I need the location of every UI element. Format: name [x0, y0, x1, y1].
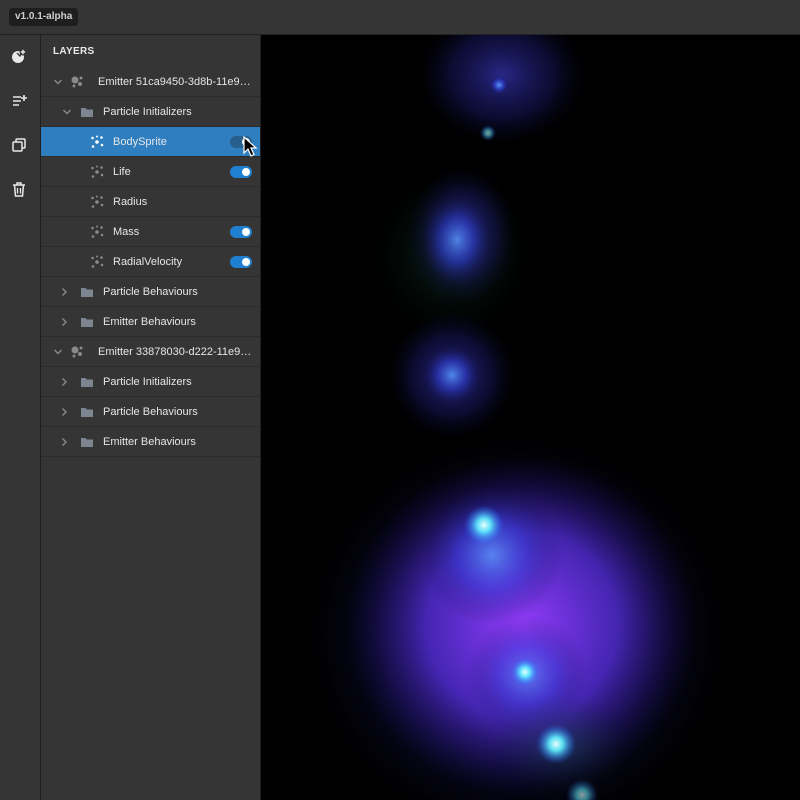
- delete-icon[interactable]: [9, 179, 29, 199]
- tree-row-label: Life: [113, 166, 131, 178]
- emitter-icon: [71, 76, 83, 88]
- tree-row-folder[interactable]: Particle Behaviours: [41, 397, 260, 427]
- tree-row-emitter-2[interactable]: Emitter 33878030-d222-11e9-bd...: [41, 337, 260, 367]
- duplicate-icon[interactable]: [9, 135, 29, 155]
- folder-icon: [81, 408, 93, 417]
- particle-icon: [91, 225, 104, 238]
- particle-icon: [91, 135, 104, 148]
- particle-icon: [91, 255, 104, 268]
- chevron-right-icon[interactable]: [59, 287, 69, 297]
- tree-row-label: Emitter Behaviours: [103, 316, 196, 328]
- tree-row-folder[interactable]: Particle Initializers: [41, 97, 260, 127]
- particle-icon: [91, 195, 104, 208]
- particle-render: [307, 35, 727, 800]
- enable-toggle[interactable]: [230, 256, 252, 268]
- tree-row-label: Emitter 33878030-d222-11e9-bd...: [98, 346, 253, 358]
- layers-tree: Emitter 51ca9450-3d8b-11e9-a1... Particl…: [41, 67, 260, 457]
- tree-row-label: Particle Initializers: [103, 376, 192, 388]
- folder-icon: [81, 108, 93, 117]
- layers-panel: LAYERS Emitter 51ca9450-3d8b-11e9-a1... …: [41, 35, 261, 800]
- emitter-icon: [71, 346, 83, 358]
- left-toolbar: [0, 35, 41, 800]
- folder-icon: [81, 378, 93, 387]
- enable-toggle[interactable]: [230, 226, 252, 238]
- version-badge: v1.0.1-alpha: [9, 8, 79, 26]
- chevron-down-icon[interactable]: [53, 347, 63, 357]
- tree-row-folder[interactable]: Particle Behaviours: [41, 277, 260, 307]
- folder-icon: [81, 318, 93, 327]
- tree-row-label: Radius: [113, 196, 148, 208]
- tree-row-folder[interactable]: Emitter Behaviours: [41, 427, 260, 457]
- tree-row-label: Particle Initializers: [103, 106, 192, 118]
- enable-toggle[interactable]: [230, 166, 252, 178]
- tree-row-mass[interactable]: Mass: [41, 217, 260, 247]
- particle-preview-canvas[interactable]: [262, 35, 800, 800]
- tree-row-radius[interactable]: Radius: [41, 187, 260, 217]
- tree-row-label: Particle Behaviours: [103, 406, 198, 418]
- tree-row-label: Mass: [113, 226, 140, 238]
- tree-row-life[interactable]: Life: [41, 157, 260, 187]
- tree-row-radialvelocity[interactable]: RadialVelocity: [41, 247, 260, 277]
- particle-icon: [91, 165, 104, 178]
- folder-icon: [81, 288, 93, 297]
- tree-row-folder[interactable]: Particle Initializers: [41, 367, 260, 397]
- tree-row-label: Emitter 51ca9450-3d8b-11e9-a1...: [98, 76, 253, 88]
- top-bar: v1.0.1-alpha: [0, 0, 800, 35]
- chevron-down-icon[interactable]: [62, 107, 72, 117]
- tree-row-emitter-1[interactable]: Emitter 51ca9450-3d8b-11e9-a1...: [41, 67, 260, 97]
- tree-row-label: BodySprite: [113, 136, 167, 148]
- chevron-right-icon[interactable]: [59, 317, 69, 327]
- mouse-cursor-icon: [243, 136, 258, 157]
- folder-icon: [81, 438, 93, 447]
- tree-row-bodysprite[interactable]: BodySprite: [41, 127, 260, 157]
- add-emitter-icon[interactable]: [9, 46, 29, 66]
- tree-row-folder[interactable]: Emitter Behaviours: [41, 307, 260, 337]
- panel-title: LAYERS: [53, 46, 95, 57]
- tree-row-label: Emitter Behaviours: [103, 436, 196, 448]
- tree-row-label: Particle Behaviours: [103, 286, 198, 298]
- tree-row-label: RadialVelocity: [113, 256, 183, 268]
- chevron-right-icon[interactable]: [59, 437, 69, 447]
- chevron-right-icon[interactable]: [59, 377, 69, 387]
- add-layer-icon[interactable]: [9, 91, 29, 111]
- chevron-right-icon[interactable]: [59, 407, 69, 417]
- chevron-down-icon[interactable]: [53, 77, 63, 87]
